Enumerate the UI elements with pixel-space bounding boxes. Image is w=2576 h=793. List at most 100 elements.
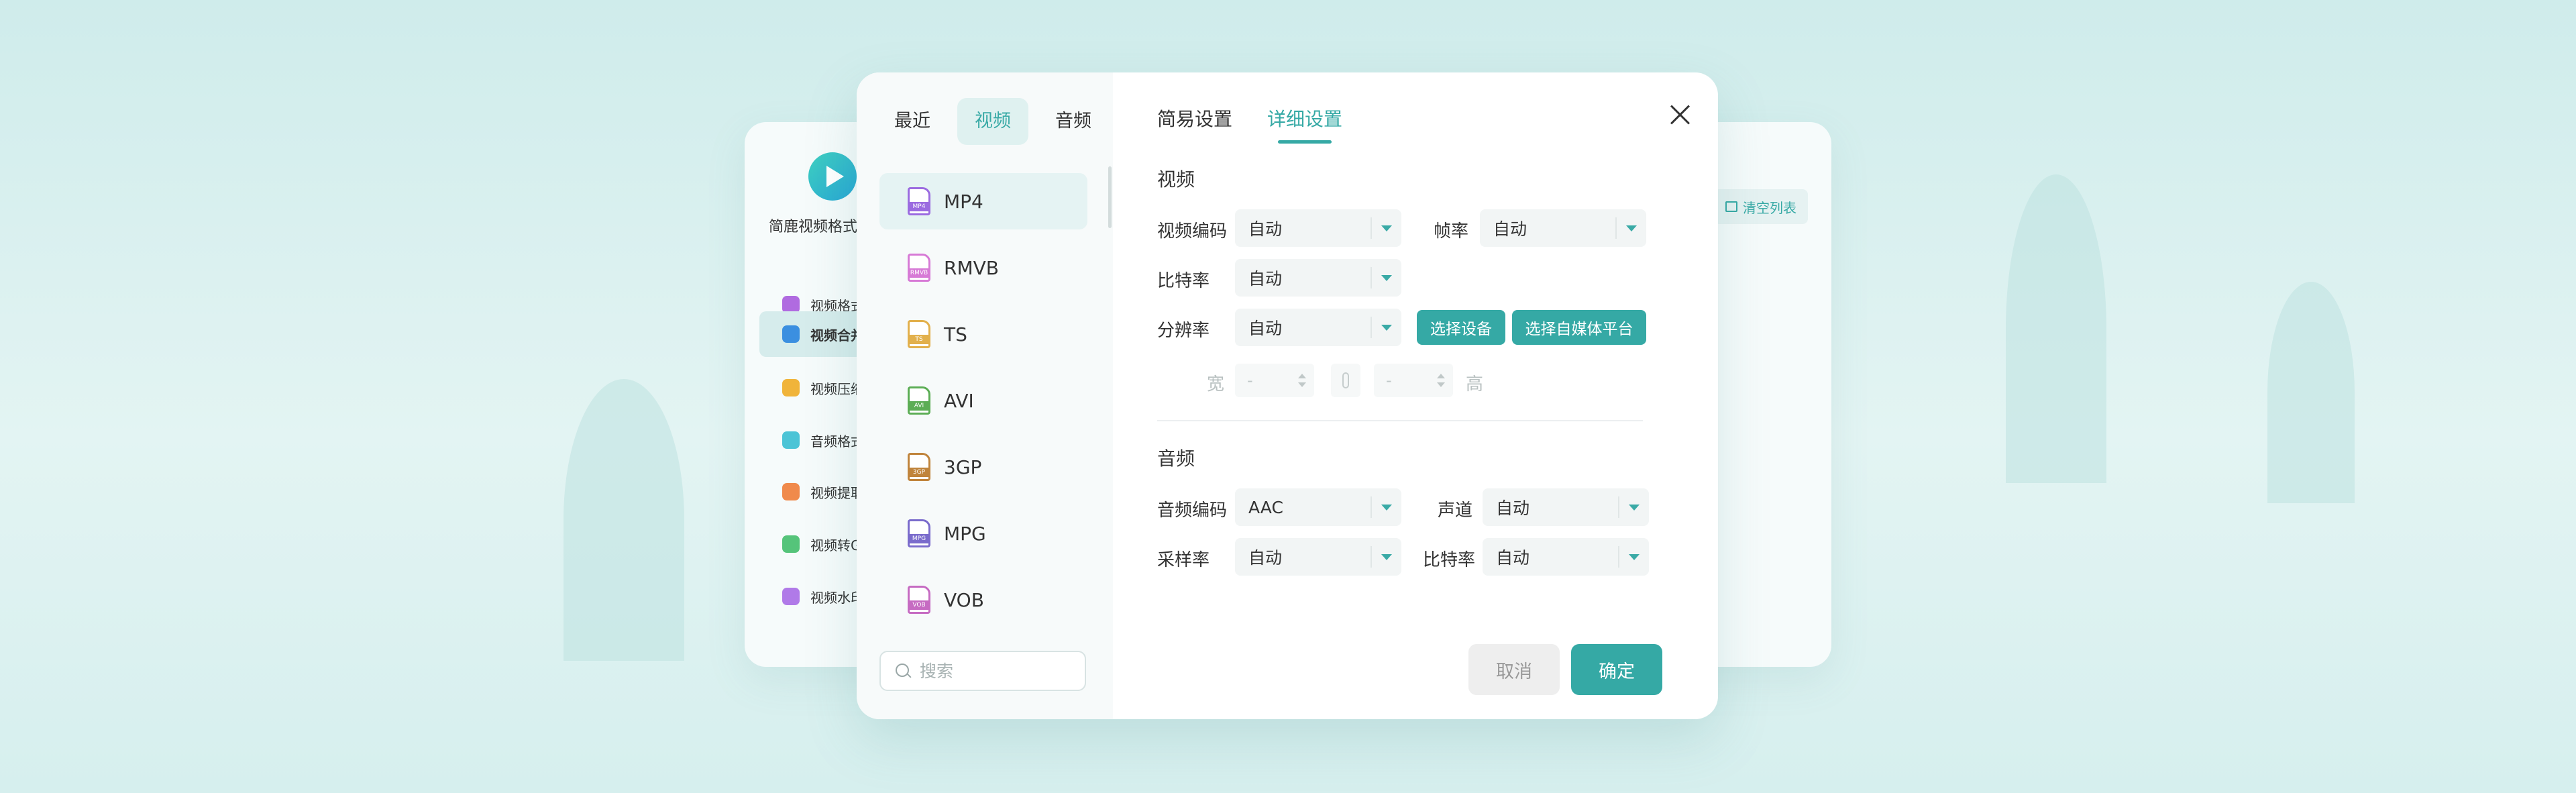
resolution-value: 自动 <box>1248 319 1283 338</box>
format-item-mp4[interactable]: MP4 MP4 <box>879 173 1087 229</box>
height-input[interactable]: - <box>1374 364 1453 397</box>
chevron-down-icon <box>1381 504 1392 511</box>
tab-audio[interactable]: 音频 <box>1038 98 1109 145</box>
stepper-arrows-icon[interactable] <box>1298 374 1306 387</box>
format-search <box>879 651 1086 691</box>
audio-codec-select[interactable]: AAC <box>1235 488 1401 526</box>
video-codec-value: 自动 <box>1248 219 1283 239</box>
channel-value: 自动 <box>1496 498 1530 518</box>
width-value: - <box>1247 371 1253 390</box>
format-item-rmvb[interactable]: RMVB RMVB <box>879 240 1087 296</box>
select-platform-button[interactable]: 选择自媒体平台 <box>1512 310 1646 345</box>
video-codec-select[interactable]: 自动 <box>1235 209 1401 247</box>
trash-icon <box>1725 201 1737 212</box>
samplerate-select[interactable]: 自动 <box>1235 538 1401 576</box>
clear-list-button[interactable]: 清空列表 <box>1714 189 1808 224</box>
section-divider <box>1157 420 1643 421</box>
audio-convert-icon <box>782 431 800 449</box>
tab-recent[interactable]: 最近 <box>877 98 948 145</box>
width-input[interactable]: - <box>1235 364 1314 397</box>
app-logo <box>808 152 857 201</box>
format-label: AVI <box>944 389 974 412</box>
video-merge-icon <box>782 325 800 343</box>
chevron-down-icon <box>1381 274 1392 281</box>
chevron-down-icon <box>1381 225 1392 231</box>
video-bitrate-label: 比特率 <box>1157 271 1210 291</box>
background-hill <box>2006 174 2106 483</box>
close-icon[interactable] <box>1663 98 1697 131</box>
search-icon <box>896 664 910 678</box>
select-device-button[interactable]: 选择设备 <box>1417 310 1505 345</box>
width-label: 宽 <box>1207 374 1225 394</box>
background-hill <box>2267 282 2355 503</box>
settings-panel: 简易设置 详细设置 视频 视频编码 自动 帧率 自动 比特率 自动 分辨率 自动 <box>1113 72 1718 719</box>
video-codec-label: 视频编码 <box>1157 221 1228 242</box>
aspect-lock-icon[interactable] <box>1331 364 1360 397</box>
format-item-mpg[interactable]: MPG MPG <box>879 505 1087 562</box>
audio-bitrate-select[interactable]: 自动 <box>1483 538 1649 576</box>
category-tabs: 最近 视频 音频 <box>877 98 1109 145</box>
tab-detailed-settings[interactable]: 详细设置 <box>1267 105 1342 144</box>
video-watermark-icon <box>782 588 800 605</box>
nav-item-label: 音频格式 <box>810 433 864 450</box>
cancel-button[interactable]: 取消 <box>1468 644 1560 695</box>
tab-video[interactable]: 视频 <box>957 98 1028 145</box>
nav-item-label: 视频转G <box>810 537 861 553</box>
video-compress-icon <box>782 379 800 396</box>
nav-item-label: 视频合并 <box>810 327 864 343</box>
framerate-label: 帧率 <box>1434 221 1469 242</box>
stepper-arrows-icon[interactable] <box>1437 374 1445 387</box>
confirm-button[interactable]: 确定 <box>1571 644 1662 695</box>
clear-list-label: 清空列表 <box>1743 199 1796 216</box>
nav-item-label: 视频水印 <box>810 589 864 606</box>
file-icon: RMVB <box>908 254 930 282</box>
file-icon: VOB <box>908 586 930 614</box>
settings-tabs: 简易设置 详细设置 <box>1157 105 1342 144</box>
video-section-title: 视频 <box>1157 168 1195 191</box>
format-item-3gp[interactable]: 3GP 3GP <box>879 439 1087 495</box>
format-panel: 最近 视频 音频 MP4 MP4 RMVB RMVB TS TS AVI AVI… <box>857 72 1113 719</box>
format-label: VOB <box>944 588 984 611</box>
format-item-avi[interactable]: AVI AVI <box>879 372 1087 429</box>
format-settings-dialog: 最近 视频 音频 MP4 MP4 RMVB RMVB TS TS AVI AVI… <box>857 72 1718 719</box>
audio-codec-label: 音频编码 <box>1157 500 1228 521</box>
resolution-label: 分辨率 <box>1157 321 1210 341</box>
file-icon: AVI <box>908 386 930 415</box>
nav-item-label: 视频提取 <box>810 484 864 501</box>
format-label: MP4 <box>944 190 983 213</box>
background-hill <box>564 379 684 661</box>
video-bitrate-select[interactable]: 自动 <box>1235 259 1401 297</box>
search-input[interactable] <box>918 660 1069 682</box>
audio-section-title: 音频 <box>1157 447 1195 470</box>
file-icon: TS <box>908 320 930 348</box>
format-label: MPG <box>944 522 986 545</box>
chevron-down-icon <box>1626 225 1637 231</box>
app-name: 简鹿视频格式 <box>769 219 858 235</box>
format-label: TS <box>944 323 967 346</box>
format-label: RMVB <box>944 256 999 279</box>
height-label: 高 <box>1466 374 1484 394</box>
video-bitrate-value: 自动 <box>1248 269 1283 288</box>
audio-codec-value: AAC <box>1248 497 1283 517</box>
format-item-vob[interactable]: VOB VOB <box>879 572 1087 628</box>
framerate-value: 自动 <box>1493 219 1527 239</box>
height-value: - <box>1386 371 1392 390</box>
resolution-select[interactable]: 自动 <box>1235 309 1401 346</box>
tab-simple-settings[interactable]: 简易设置 <box>1157 105 1232 144</box>
file-icon: MPG <box>908 519 930 547</box>
framerate-select[interactable]: 自动 <box>1480 209 1646 247</box>
audio-bitrate-label: 比特率 <box>1423 550 1476 570</box>
format-list-scrollbar[interactable] <box>1108 166 1112 228</box>
channel-label: 声道 <box>1438 500 1473 521</box>
channel-select[interactable]: 自动 <box>1483 488 1649 526</box>
video-extract-icon <box>782 483 800 500</box>
audio-bitrate-value: 自动 <box>1496 548 1530 568</box>
chevron-down-icon <box>1381 324 1392 331</box>
file-icon: 3GP <box>908 453 930 481</box>
chevron-down-icon <box>1629 504 1640 511</box>
samplerate-label: 采样率 <box>1157 550 1210 570</box>
samplerate-value: 自动 <box>1248 548 1283 568</box>
format-item-ts[interactable]: TS TS <box>879 306 1087 362</box>
format-label: 3GP <box>944 456 982 478</box>
format-list: MP4 MP4 RMVB RMVB TS TS AVI AVI 3GP 3GP … <box>879 173 1087 638</box>
